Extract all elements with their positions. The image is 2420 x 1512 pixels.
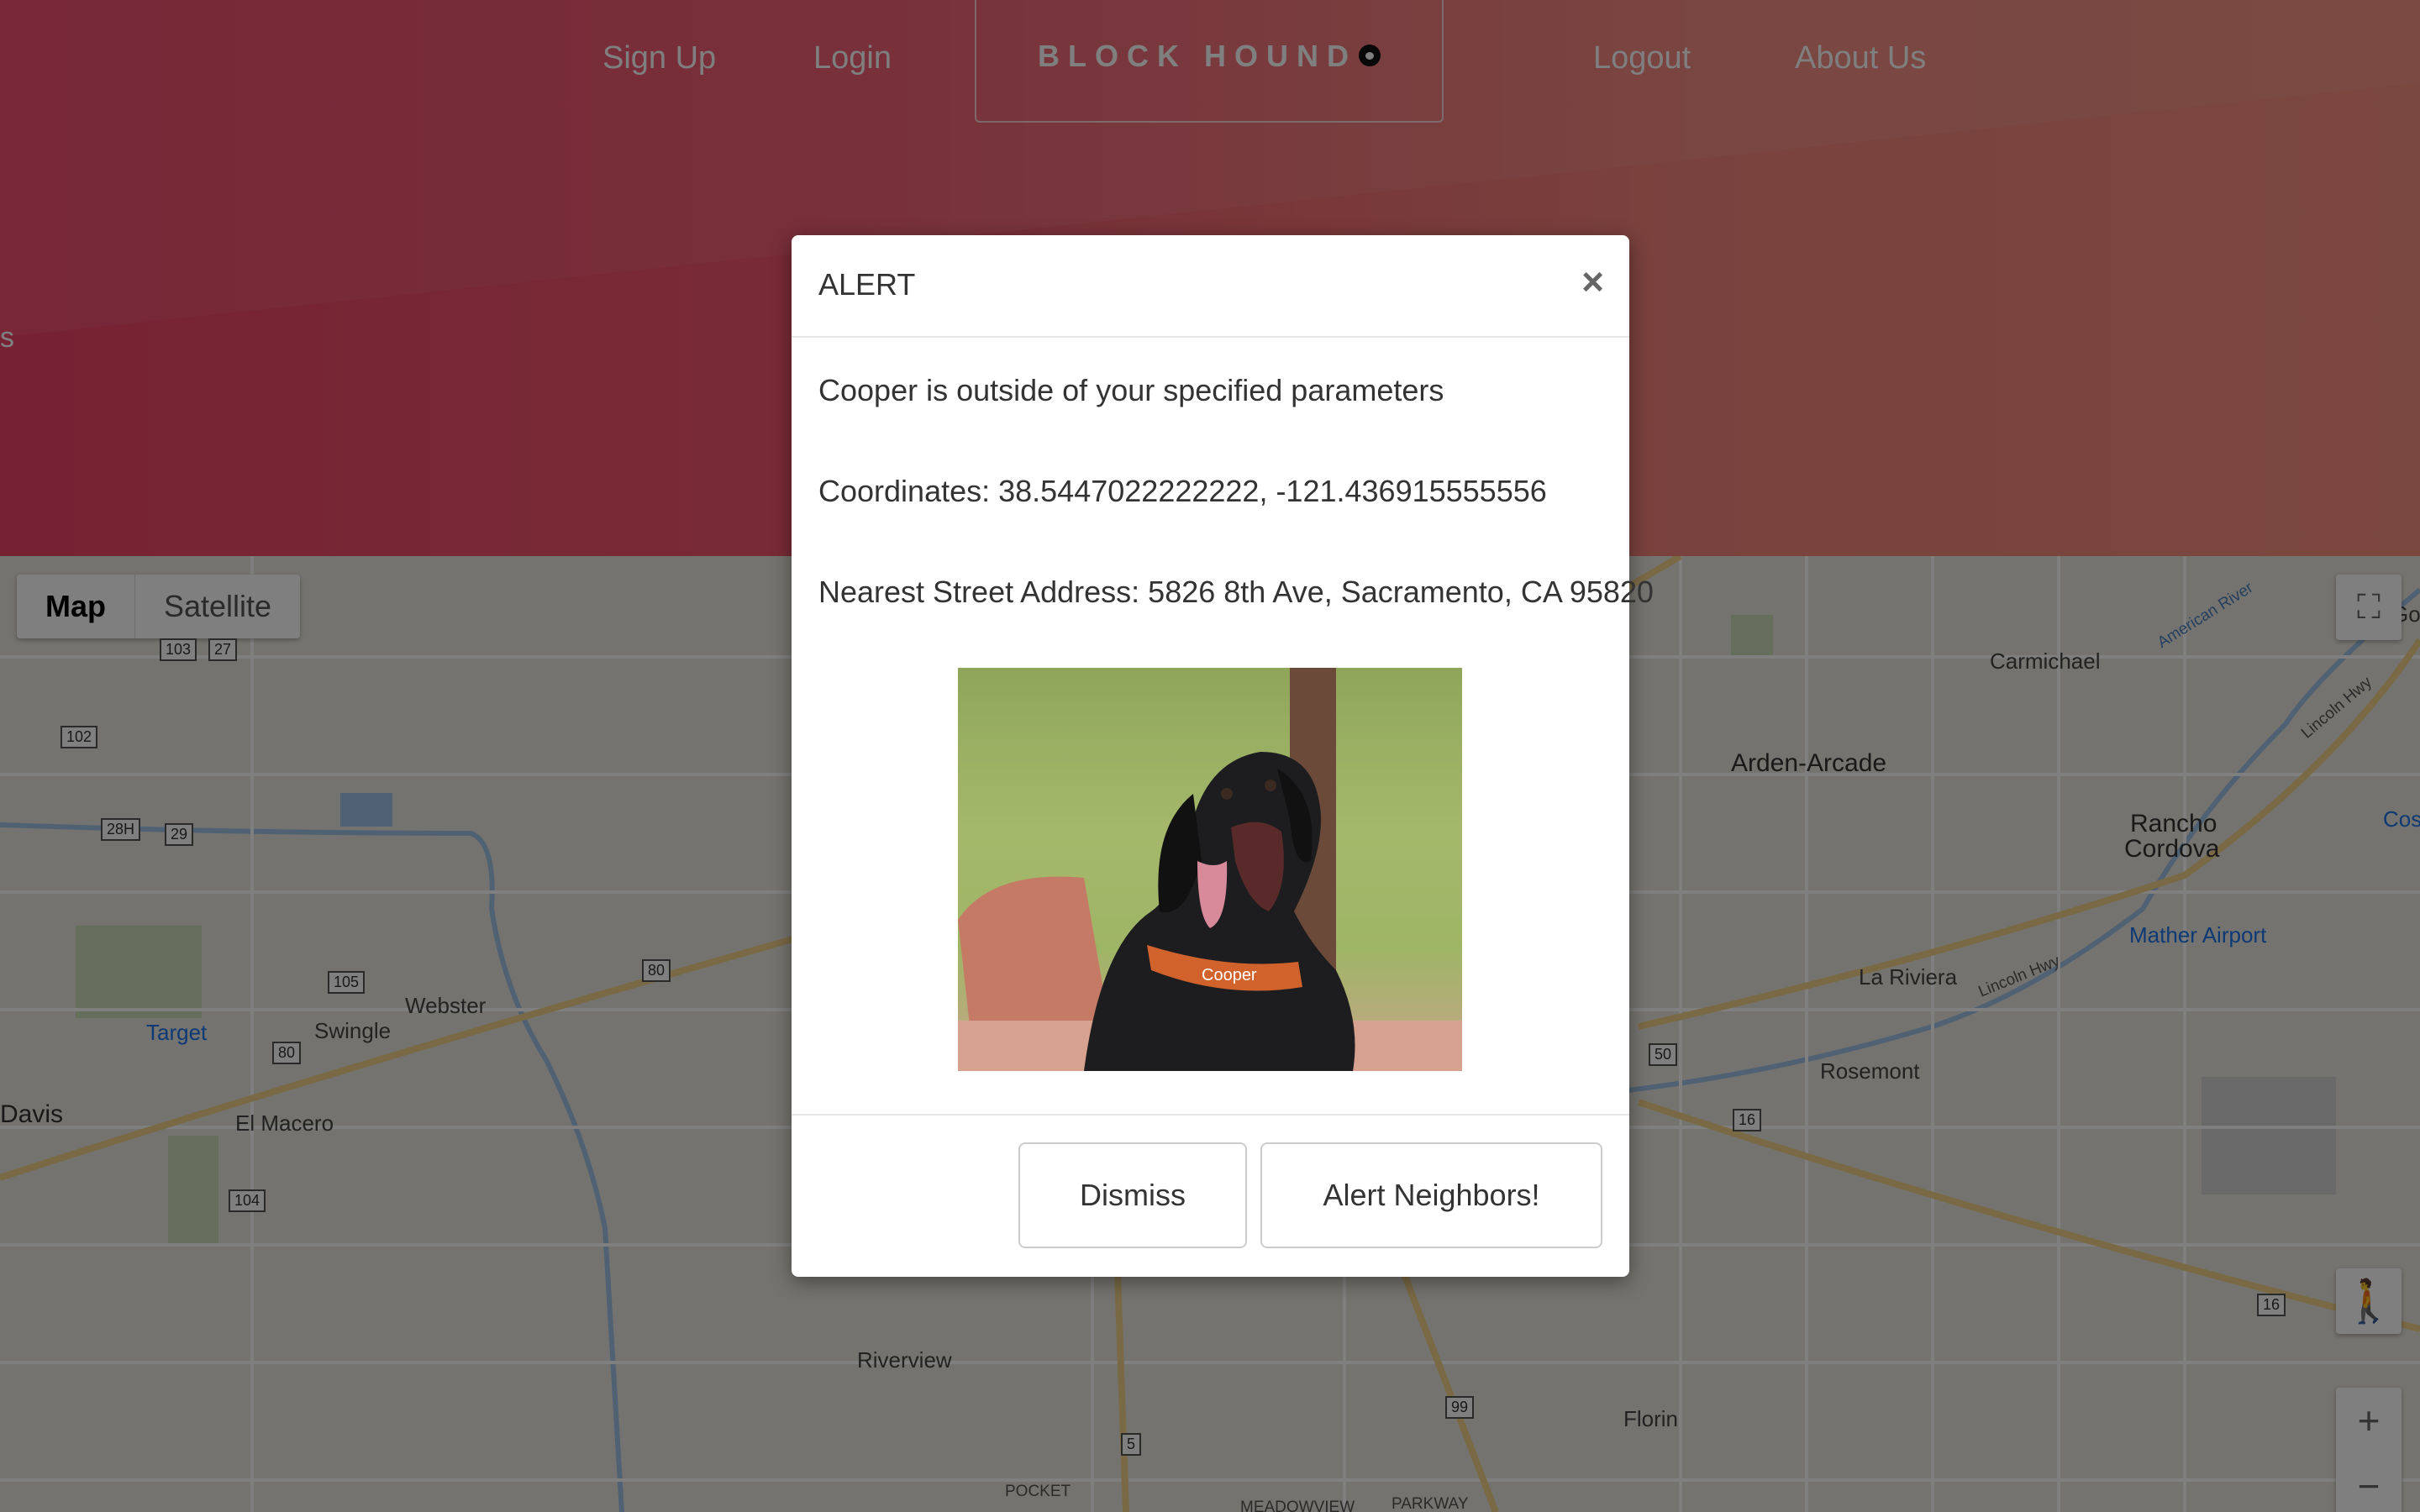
collar-text: Cooper	[1202, 966, 1257, 984]
modal-header: ALERT ×	[792, 235, 1629, 338]
alert-message: Cooper is outside of your specified para…	[818, 373, 1444, 407]
modal-body: Cooper is outside of your specified para…	[792, 338, 1654, 1182]
dog-photo: Cooper	[958, 668, 1462, 1071]
alert-address: Nearest Street Address: 5826 8th Ave, Sa…	[818, 575, 1654, 609]
modal-title: ALERT	[818, 267, 916, 302]
dismiss-button[interactable]: Dismiss	[1018, 1142, 1247, 1248]
alert-neighbors-button[interactable]: Alert Neighbors!	[1260, 1142, 1602, 1248]
alert-coordinates: Coordinates: 38.5447022222222, -121.4369…	[818, 474, 1547, 508]
alert-modal: ALERT × Cooper is outside of your specif…	[792, 235, 1654, 1277]
modal-footer: Dismiss Alert Neighbors!	[792, 1114, 1629, 1277]
dog-illustration: Cooper	[958, 668, 1462, 1071]
close-icon[interactable]: ×	[1581, 259, 1604, 304]
